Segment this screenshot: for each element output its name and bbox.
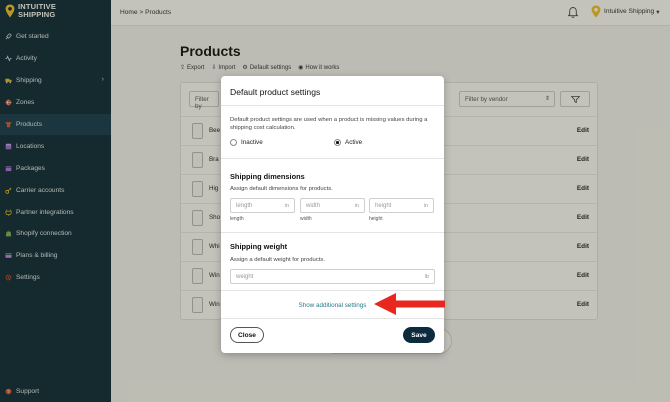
active-label: Active — [345, 139, 363, 146]
divider — [221, 318, 444, 319]
length-unit: in — [284, 203, 289, 209]
close-button[interactable]: Close — [230, 327, 264, 343]
annotation-arrow-icon — [374, 293, 445, 315]
height-field[interactable]: height in — [369, 198, 434, 213]
inactive-radio[interactable]: Inactive — [230, 139, 263, 146]
divider — [221, 232, 444, 233]
length-placeholder: length — [236, 203, 253, 209]
active-radio[interactable]: Active — [334, 139, 362, 146]
save-button[interactable]: Save — [403, 327, 435, 343]
height-placeholder: height — [375, 203, 392, 209]
modal-title: Default product settings — [230, 87, 321, 97]
modal-description: Default product settings are used when a… — [230, 117, 428, 131]
width-field[interactable]: width in — [300, 198, 365, 213]
width-label: width — [300, 216, 312, 222]
width-unit: in — [354, 203, 359, 209]
dimensions-subtitle: Assign default dimensions for products. — [230, 186, 333, 192]
height-label: height — [369, 216, 383, 222]
dimensions-title: Shipping dimensions — [230, 172, 305, 181]
weight-placeholder: weight — [236, 274, 254, 280]
length-label: length — [230, 216, 244, 222]
width-placeholder: width — [306, 203, 321, 209]
radio-unchecked-icon — [230, 139, 237, 146]
divider — [221, 158, 444, 159]
weight-unit: lb — [424, 274, 429, 280]
weight-subtitle: Assign a default weight for products. — [230, 257, 325, 263]
radio-checked-icon — [334, 139, 341, 146]
height-unit: in — [423, 203, 428, 209]
length-field[interactable]: length in — [230, 198, 295, 213]
weight-field[interactable]: weight lb — [230, 269, 435, 284]
inactive-label: Inactive — [241, 139, 263, 146]
divider — [221, 105, 444, 106]
weight-title: Shipping weight — [230, 242, 288, 251]
